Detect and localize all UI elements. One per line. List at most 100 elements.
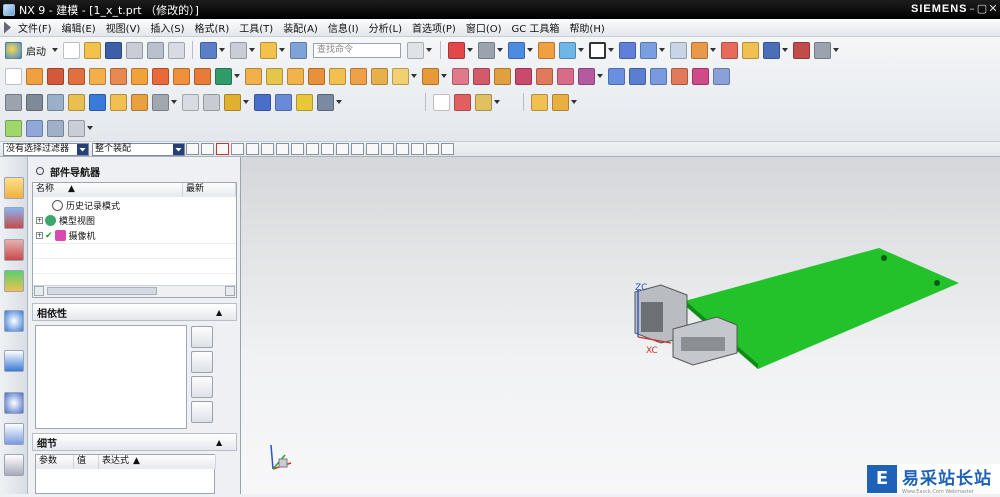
- ruler-icon[interactable]: [814, 41, 831, 59]
- grid-tool-icon[interactable]: [454, 93, 471, 111]
- column-param[interactable]: 参数: [36, 455, 74, 469]
- mirror-icon[interactable]: [793, 41, 810, 59]
- clock-icon[interactable]: [4, 392, 24, 414]
- utility-dropdown-icon[interactable]: [87, 126, 93, 130]
- tube-icon[interactable]: [275, 93, 292, 111]
- snap-view-icon[interactable]: [763, 41, 780, 59]
- arc-icon[interactable]: [203, 93, 220, 111]
- fastener-icon[interactable]: [552, 93, 569, 111]
- expand-icon[interactable]: +: [36, 217, 43, 224]
- search-icon[interactable]: [407, 41, 424, 59]
- tree-row-model-views[interactable]: + 模型视图: [33, 213, 95, 228]
- thicken-icon[interactable]: [371, 67, 388, 85]
- assembly-navigator-icon[interactable]: [670, 41, 687, 59]
- search-dropdown-icon[interactable]: [426, 48, 432, 52]
- hole-icon[interactable]: [68, 67, 85, 85]
- extrude-icon[interactable]: [26, 67, 43, 85]
- weld-icon[interactable]: [531, 93, 548, 111]
- menu-file[interactable]: 文件(F): [13, 20, 57, 35]
- search-icon[interactable]: [191, 326, 213, 348]
- report-icon[interactable]: [47, 119, 64, 137]
- solid-filter-icon[interactable]: [276, 143, 289, 155]
- unite-dropdown-icon[interactable]: [234, 74, 240, 78]
- menu-preferences[interactable]: 首选项(P): [407, 20, 461, 35]
- part-navigator-tab[interactable]: [4, 239, 24, 261]
- menu-insert[interactable]: 插入(S): [145, 20, 189, 35]
- offset-region-icon[interactable]: [473, 67, 490, 85]
- snap-arc-center-icon[interactable]: [366, 143, 379, 155]
- new-file-icon[interactable]: [63, 41, 80, 59]
- column-value[interactable]: 值: [74, 455, 99, 469]
- swept-icon[interactable]: [692, 67, 709, 85]
- select-intent-icon[interactable]: [216, 143, 229, 155]
- snap-control-point-icon[interactable]: [336, 143, 349, 155]
- text-icon[interactable]: [224, 93, 241, 111]
- shell-icon[interactable]: [245, 67, 262, 85]
- snap-hook-icon[interactable]: [246, 143, 259, 155]
- menu-analysis[interactable]: 分析(L): [364, 20, 407, 35]
- sync-dropdown-icon[interactable]: [441, 74, 447, 78]
- dependencies-header[interactable]: 相依性 ▲: [32, 303, 237, 321]
- start-button[interactable]: 启动: [26, 43, 46, 58]
- trim-body-icon[interactable]: [308, 67, 325, 85]
- analysis-icon[interactable]: [721, 41, 738, 59]
- rotate-icon[interactable]: [478, 41, 495, 59]
- pattern-tool-icon[interactable]: [475, 93, 492, 111]
- chevron-down-icon[interactable]: [77, 143, 88, 155]
- offset-face-icon[interactable]: [350, 67, 367, 85]
- delete-face-icon[interactable]: [536, 67, 553, 85]
- paste-icon[interactable]: [168, 41, 185, 59]
- surface-mesh-icon[interactable]: [629, 67, 646, 85]
- scope-select[interactable]: 整个装配: [92, 142, 185, 156]
- snap-intersection-icon[interactable]: [351, 143, 364, 155]
- check-icon[interactable]: [5, 119, 22, 137]
- menu-window[interactable]: 窗口(O): [461, 20, 507, 35]
- snap-arrow-icon[interactable]: [231, 143, 244, 155]
- menu-view[interactable]: 视图(V): [101, 20, 146, 35]
- tool-dropdown-icon[interactable]: [494, 100, 500, 104]
- face-filter-icon[interactable]: [291, 143, 304, 155]
- assembly-dropdown-icon[interactable]: [171, 100, 177, 104]
- unite-icon[interactable]: [215, 67, 232, 85]
- scroll-thumb[interactable]: [47, 287, 157, 295]
- system-materials-tab[interactable]: [4, 454, 24, 476]
- weld-dropdown-icon[interactable]: [571, 100, 577, 104]
- filter-gear-icon[interactable]: [186, 143, 199, 155]
- add-component-icon[interactable]: [68, 93, 85, 111]
- fit-view-icon[interactable]: [448, 41, 465, 59]
- constraint-navigator-tab[interactable]: [4, 207, 24, 229]
- sync-more-dropdown-icon[interactable]: [597, 74, 603, 78]
- save-icon[interactable]: [105, 41, 122, 59]
- section-icon[interactable]: [742, 41, 759, 59]
- scale-body-icon[interactable]: [392, 67, 409, 85]
- snap-pole-icon[interactable]: [426, 143, 439, 155]
- move-object-icon[interactable]: [640, 41, 657, 59]
- chevron-down-icon[interactable]: [173, 143, 184, 155]
- redo-dropdown-icon[interactable]: [249, 48, 255, 52]
- command-finder-icon[interactable]: [290, 41, 307, 59]
- feature-more-dropdown-icon[interactable]: [411, 74, 417, 78]
- snap-existing-point-icon[interactable]: [396, 143, 409, 155]
- ruler-dropdown-icon[interactable]: [833, 48, 839, 52]
- expand-icon[interactable]: +: [36, 232, 43, 239]
- redo-icon[interactable]: [230, 41, 247, 59]
- menu-assembly[interactable]: 装配(A): [278, 20, 323, 35]
- revolve-icon[interactable]: [47, 67, 64, 85]
- menu-help[interactable]: 帮助(H): [564, 20, 609, 35]
- menu-chevron-icon[interactable]: [4, 21, 11, 34]
- command-search-input[interactable]: 查找命令: [313, 42, 401, 58]
- scroll-left-icon[interactable]: [34, 286, 44, 296]
- sketch-icon[interactable]: [5, 67, 22, 85]
- menu-information[interactable]: 信息(I): [323, 20, 364, 35]
- cylinder-icon[interactable]: [254, 93, 271, 111]
- resize-blend-icon[interactable]: [515, 67, 532, 85]
- thread-icon[interactable]: [317, 93, 334, 111]
- web-browser-tab[interactable]: [4, 310, 24, 332]
- menu-edit[interactable]: 编辑(E): [57, 20, 101, 35]
- hierarchy-icon[interactable]: [68, 119, 85, 137]
- bounded-plane-icon[interactable]: [650, 67, 667, 85]
- copy-icon[interactable]: [147, 41, 164, 59]
- pull-face-icon[interactable]: [452, 67, 469, 85]
- slot-icon[interactable]: [152, 67, 169, 85]
- shaded-view-dropdown-icon[interactable]: [527, 48, 533, 52]
